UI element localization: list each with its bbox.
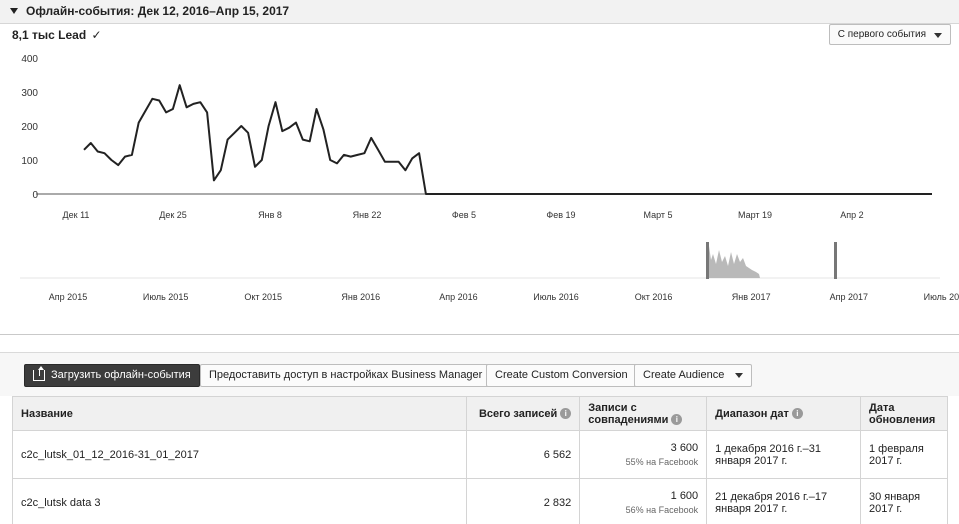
upload-button-label: Загрузить офлайн-события bbox=[51, 369, 191, 381]
navigator-tick-label: Янв 2016 bbox=[341, 292, 380, 302]
navigator-tick-label: Окт 2015 bbox=[244, 292, 282, 302]
y-tick-label: 100 bbox=[21, 156, 38, 167]
share-button-label: Предоставить доступ в настройках Busines… bbox=[209, 369, 483, 381]
column-header-name[interactable]: Название bbox=[11, 396, 468, 431]
section-header[interactable]: Офлайн-события: Дек 12, 2016–Апр 15, 201… bbox=[0, 0, 959, 24]
info-icon[interactable]: i bbox=[671, 414, 683, 426]
chevron-down-icon bbox=[934, 33, 942, 38]
x-tick-label: Янв 22 bbox=[353, 210, 382, 220]
navigator-tick-label: Апр 2016 bbox=[439, 292, 477, 302]
navigator-tick-label: Апр 2015 bbox=[49, 292, 87, 302]
x-tick-label: Фев 5 bbox=[452, 210, 476, 220]
navigator-tick-label: Июль 2015 bbox=[143, 292, 188, 302]
row-range: 1 декабря 2016 г.–31 января 2017 г. bbox=[706, 430, 861, 479]
navigator-area bbox=[708, 246, 760, 278]
x-tick-label: Март 5 bbox=[643, 210, 672, 220]
event-type: Lead bbox=[58, 28, 87, 42]
timeline-navigator[interactable]: Апр 2015 Июль 2015 Окт 2015 Янв 2016 Апр 201… bbox=[0, 236, 959, 311]
y-tick-label: 300 bbox=[21, 88, 38, 99]
x-tick-label: Янв 8 bbox=[258, 210, 282, 220]
row-total: 6 562 bbox=[466, 430, 581, 479]
x-tick-label: Дек 11 bbox=[63, 210, 90, 220]
column-header-total[interactable]: Всего записей i bbox=[466, 396, 581, 431]
events-table: Название Всего записей i Записи с совпаде… bbox=[11, 396, 949, 524]
custom-conversion-label: Create Custom Conversion bbox=[495, 369, 628, 381]
x-tick-label: Апр 2 bbox=[840, 210, 863, 220]
series-line bbox=[83, 84, 932, 195]
x-tick-label: Фев 19 bbox=[546, 210, 575, 220]
row-name[interactable]: c2c_lutsk data 3 bbox=[11, 478, 468, 524]
create-audience-label: Create Audience bbox=[643, 369, 725, 381]
row-total: 2 832 bbox=[466, 478, 581, 524]
event-count: 8,1 тыс bbox=[12, 28, 55, 42]
column-header-updated[interactable]: Дата обновления bbox=[859, 396, 949, 431]
events-line-chart: 0 100 200 300 400 Дек 11 Дек 25 Янв 8 Янв 22 Фев… bbox=[21, 54, 933, 220]
column-header-range[interactable]: Диапазон дат i bbox=[706, 396, 861, 431]
navigator-tick-label: Апр 2017 bbox=[830, 292, 868, 302]
row-updated: 1 февраля 2017 г. bbox=[859, 430, 949, 479]
navigator-handle-left[interactable] bbox=[706, 242, 709, 279]
chevron-down-icon bbox=[735, 372, 744, 378]
range-dropdown-label: С первого события bbox=[837, 29, 926, 40]
navigator-handle-right[interactable] bbox=[834, 242, 837, 279]
event-summary: 8,1 тыс Lead ✓ bbox=[12, 28, 102, 42]
column-header-matched[interactable]: Записи с совпадениями i bbox=[579, 396, 708, 431]
table-row[interactable]: c2c_lutsk data 3 2 832 1 600 56% на Faceb… bbox=[11, 478, 949, 524]
row-matched-pct: 55% на Facebook bbox=[625, 457, 699, 467]
section-title: Офлайн-события: Дек 12, 2016–Апр 15, 201… bbox=[26, 4, 290, 18]
panel-divider bbox=[0, 334, 959, 335]
row-matched: 3 600 55% на Facebook bbox=[579, 430, 708, 479]
y-tick-label: 0 bbox=[32, 190, 38, 201]
navigator-tick-label: Июль 2016 bbox=[533, 292, 578, 302]
table-row[interactable]: c2c_lutsk_01_12_2016-31_01_2017 6 562 3 … bbox=[11, 430, 949, 479]
actions-toolbar: Загрузить офлайн-события Предоставить до… bbox=[0, 352, 959, 396]
upload-offline-events-button[interactable]: Загрузить офлайн-события bbox=[24, 364, 200, 387]
share-access-button[interactable]: Предоставить доступ в настройках Busines… bbox=[200, 364, 492, 387]
row-range: 21 декабря 2016 г.–17 января 2017 г. bbox=[706, 478, 861, 524]
check-icon: ✓ bbox=[91, 28, 102, 42]
navigator-tick-label: Июль 2017 bbox=[924, 292, 959, 302]
x-tick-label: Март 19 bbox=[738, 210, 772, 220]
info-icon[interactable]: i bbox=[560, 408, 572, 420]
row-name[interactable]: c2c_lutsk_01_12_2016-31_01_2017 bbox=[11, 430, 468, 479]
y-tick-label: 200 bbox=[21, 122, 38, 133]
range-dropdown[interactable]: С первого события bbox=[828, 24, 951, 45]
navigator-tick-label: Янв 2017 bbox=[732, 292, 771, 302]
create-audience-button[interactable]: Create Audience bbox=[634, 364, 753, 387]
info-icon[interactable]: i bbox=[791, 408, 803, 420]
x-tick-label: Дек 25 bbox=[159, 210, 187, 220]
caret-down-icon[interactable] bbox=[10, 8, 18, 14]
row-matched: 1 600 56% на Facebook bbox=[579, 478, 708, 524]
navigator-tick-label: Окт 2016 bbox=[635, 292, 673, 302]
row-updated: 30 января 2017 г. bbox=[859, 478, 949, 524]
y-tick-label: 400 bbox=[21, 54, 38, 65]
table-header-row: Название Всего записей i Записи с совпаде… bbox=[11, 396, 949, 431]
row-matched-pct: 56% на Facebook bbox=[625, 505, 699, 515]
upload-icon bbox=[33, 366, 45, 381]
create-custom-conversion-button[interactable]: Create Custom Conversion bbox=[486, 364, 637, 387]
